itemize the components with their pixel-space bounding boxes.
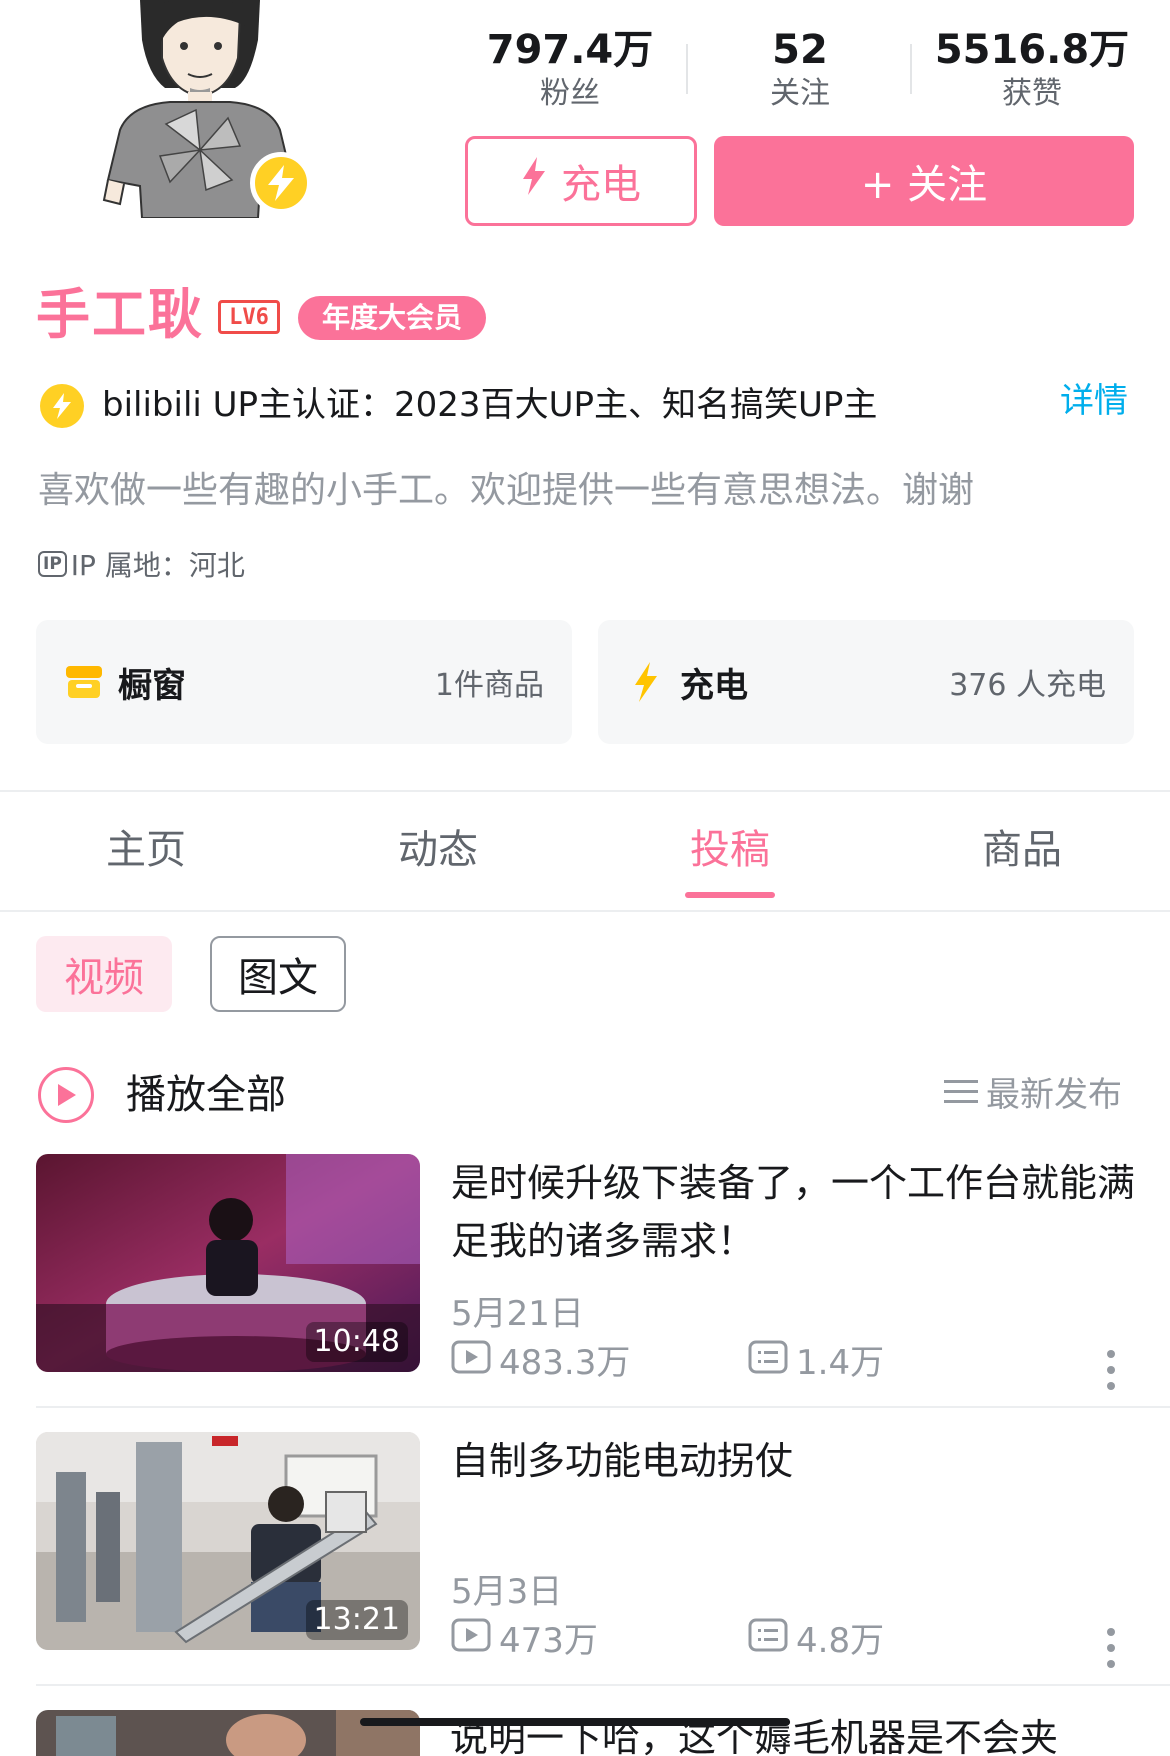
fans-stat[interactable]: 797.4万 粉丝 [470, 26, 670, 114]
play-count-value: 473万 [499, 1620, 598, 1661]
section-divider [0, 790, 1170, 792]
charge-badge-icon [250, 152, 312, 214]
comment-count-value: 4.8万 [796, 1620, 885, 1661]
tab-products[interactable]: 商品 [876, 822, 1168, 878]
verification-text: bilibili UP主认证：2023百大UP主、知名搞笑UP主 [102, 385, 878, 425]
fans-label: 粉丝 [540, 76, 600, 111]
sort-dropdown[interactable]: 最新发布 [944, 1070, 1122, 1120]
following-count: 52 [772, 27, 828, 73]
more-options-icon[interactable] [1106, 1628, 1116, 1668]
video-thumbnail[interactable] [36, 1710, 420, 1756]
charge-button-label: 充电 [561, 162, 641, 208]
vip-badge[interactable]: 年度大会员 [298, 296, 487, 340]
fans-count: 797.4万 [486, 27, 654, 73]
follow-button[interactable]: + 关注 [714, 136, 1134, 226]
sort-icon [944, 1070, 978, 1120]
tab-home[interactable]: 主页 [0, 822, 292, 878]
ip-location: IP IP 属地：河北 [38, 544, 245, 584]
play-count-icon [451, 1340, 491, 1385]
stat-separator [910, 44, 912, 94]
filter-video-chip[interactable]: 视频 [36, 936, 172, 1012]
tab-uploads[interactable]: 投稿 [584, 822, 876, 878]
video-date: 5月21日 [451, 1294, 584, 1334]
play-all-button[interactable]: 播放全部 [126, 1068, 286, 1122]
shop-window-icon [64, 662, 104, 702]
video-play-count: 473万 [451, 1618, 598, 1663]
likes-count: 5516.8万 [934, 27, 1130, 73]
sort-label: 最新发布 [986, 1075, 1122, 1115]
video-divider [36, 1684, 1170, 1686]
likes-label: 获赞 [1002, 76, 1062, 111]
video-item[interactable]: 10:48 是时候升级下装备了，一个工作台就能满足我的诸多需求！ 5月21日 4… [36, 1154, 1170, 1432]
lightning-icon [521, 157, 547, 205]
video-comment-count: 4.8万 [748, 1618, 884, 1663]
shop-window-count: 1件商品 [434, 668, 544, 703]
shop-window-card[interactable]: 橱窗 1件商品 [36, 620, 572, 744]
comment-icon [748, 1618, 788, 1663]
play-all-icon[interactable] [38, 1067, 94, 1123]
video-thumbnail[interactable]: 13:21 [36, 1432, 420, 1650]
bio-text: 喜欢做一些有趣的小手工。欢迎提供一些有意思想法。谢谢 [38, 470, 975, 511]
verified-icon [40, 384, 84, 428]
charge-card-count: 376 人充电 [949, 668, 1106, 703]
more-options-icon[interactable] [1106, 1350, 1116, 1390]
username: 手工耿 [36, 283, 204, 346]
play-count-icon [451, 1618, 491, 1663]
video-divider [36, 1406, 1170, 1408]
charge-card-title: 充电 [680, 665, 748, 706]
stat-separator [686, 44, 688, 94]
tab-dynamics[interactable]: 动态 [292, 822, 584, 878]
charge-card[interactable]: 充电 376 人充电 [598, 620, 1134, 744]
video-title[interactable]: 是时候升级下装备了，一个工作台就能满足我的诸多需求！ [451, 1154, 1151, 1270]
filter-article-chip[interactable]: 图文 [210, 936, 346, 1012]
video-thumbnail[interactable]: 10:48 [36, 1154, 420, 1372]
lightning-icon [626, 662, 666, 702]
video-item[interactable]: 13:21 自制多功能电动拐仗 5月3日 473万 4.8万 [36, 1432, 1170, 1710]
following-stat[interactable]: 52 关注 [700, 26, 900, 114]
play-count-value: 483.3万 [499, 1342, 631, 1383]
video-play-count: 483.3万 [451, 1340, 630, 1385]
video-title[interactable]: 自制多功能电动拐仗 [451, 1432, 1151, 1490]
follow-button-label: + 关注 [860, 162, 988, 208]
likes-stat[interactable]: 5516.8万 获赞 [932, 26, 1132, 114]
video-duration: 13:21 [305, 1600, 408, 1640]
active-tab-indicator [685, 892, 775, 898]
detail-link[interactable]: 详情 [1060, 378, 1128, 424]
video-date: 5月3日 [451, 1572, 563, 1612]
video-comment-count: 1.4万 [748, 1340, 884, 1385]
ip-location-text: IP 属地：河北 [70, 549, 245, 582]
scroll-indicator [360, 1718, 790, 1726]
tabs-divider [0, 910, 1170, 912]
video-duration: 10:48 [305, 1322, 408, 1362]
comment-icon [748, 1340, 788, 1385]
following-label: 关注 [770, 76, 830, 111]
video-title[interactable]: 说明一下哈，这个薅毛机器是不会夹 [450, 1710, 1058, 1756]
charge-button[interactable]: 充电 [465, 136, 697, 226]
comment-count-value: 1.4万 [796, 1342, 885, 1383]
ip-icon: IP [38, 551, 67, 577]
level-badge: LV6 [218, 300, 280, 334]
shop-window-title: 橱窗 [118, 665, 186, 706]
